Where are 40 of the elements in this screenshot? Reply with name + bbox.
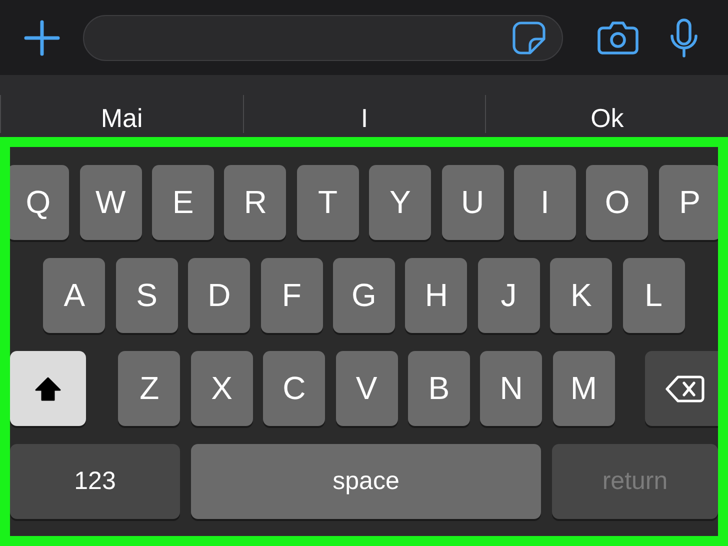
- space-key[interactable]: space: [191, 444, 541, 519]
- letter-key[interactable]: T: [296, 165, 359, 240]
- letter-key[interactable]: B: [408, 351, 470, 426]
- sticker-icon[interactable]: [512, 20, 546, 54]
- letter-key[interactable]: V: [336, 351, 398, 426]
- letter-key[interactable]: U: [442, 165, 504, 240]
- letter-key[interactable]: Z: [118, 351, 180, 426]
- word-suggestion[interactable]: Ok: [590, 103, 624, 133]
- word-suggestion[interactable]: Mai: [100, 103, 143, 133]
- letter-key[interactable]: O: [586, 165, 648, 240]
- camera-icon[interactable]: [597, 20, 639, 54]
- letter-key[interactable]: F: [260, 258, 323, 333]
- numbers-key[interactable]: 123: [10, 444, 180, 519]
- word-suggestion[interactable]: I: [360, 103, 368, 133]
- letter-key[interactable]: D: [188, 258, 250, 333]
- letter-key[interactable]: G: [333, 258, 395, 333]
- letter-key[interactable]: I: [514, 165, 576, 240]
- microphone-icon[interactable]: [669, 18, 699, 58]
- letter-key[interactable]: Y: [369, 165, 432, 240]
- arrow-up-icon: [35, 376, 61, 400]
- message-field[interactable]: [83, 14, 563, 60]
- letter-key[interactable]: K: [550, 258, 612, 333]
- letter-key[interactable]: L: [622, 258, 685, 333]
- letter-key[interactable]: J: [478, 258, 540, 333]
- backspace-icon: [665, 374, 706, 402]
- plus-icon[interactable]: [24, 20, 60, 56]
- letter-key[interactable]: Q: [10, 165, 70, 240]
- letter-key[interactable]: P: [658, 165, 718, 240]
- letter-key[interactable]: R: [224, 165, 286, 240]
- letter-key[interactable]: A: [43, 258, 106, 333]
- letter-key[interactable]: E: [152, 165, 214, 240]
- letter-key[interactable]: N: [480, 351, 542, 426]
- letter-key[interactable]: X: [190, 351, 253, 426]
- delete-key[interactable]: [645, 351, 718, 426]
- letter-key[interactable]: M: [552, 351, 615, 426]
- letter-key[interactable]: C: [263, 351, 326, 426]
- letter-key[interactable]: W: [80, 165, 142, 240]
- letter-key[interactable]: S: [116, 258, 178, 333]
- letter-key[interactable]: H: [405, 258, 468, 333]
- shift-key[interactable]: [10, 351, 86, 426]
